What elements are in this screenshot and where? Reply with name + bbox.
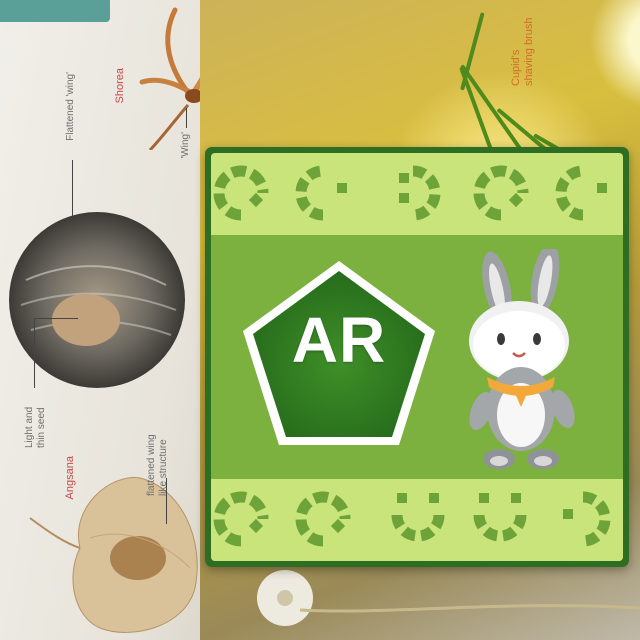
- callout-line: [72, 160, 73, 216]
- angsana-seed-illustration: [29, 477, 198, 633]
- pattern-band-bottom: [211, 479, 623, 561]
- label-light-seed: Light and thin seed: [24, 406, 47, 448]
- label-angsana: Angsana: [64, 456, 76, 500]
- ar-badge-text: AR: [291, 304, 387, 376]
- dotted-arc-pattern-icon: [213, 165, 607, 221]
- label-flattened-wing: Flattened 'wing': [65, 72, 76, 141]
- label-shorea: Shorea: [114, 68, 126, 104]
- book-page-header-strip: [0, 0, 110, 22]
- ar-card-panel: AR: [211, 153, 623, 561]
- pattern-band-top: [211, 153, 623, 235]
- dotted-arc-pattern-icon: [213, 491, 611, 547]
- callout-line: [34, 318, 35, 388]
- callout-line: [186, 108, 187, 128]
- callout-line: [34, 318, 78, 319]
- ar-cover-image: 'Wing' Flattened 'wing' Shorea Light and…: [0, 0, 640, 640]
- label-cupid: Cupid's shaving brush: [510, 17, 536, 87]
- label-wing-shorea: 'Wing': [180, 132, 191, 159]
- bunny-mascot-icon: [469, 249, 575, 469]
- label-flattened-wing-like: flattened wing like structure: [146, 434, 169, 496]
- ar-card[interactable]: AR: [205, 147, 629, 567]
- dandelion-illustration: [257, 570, 640, 626]
